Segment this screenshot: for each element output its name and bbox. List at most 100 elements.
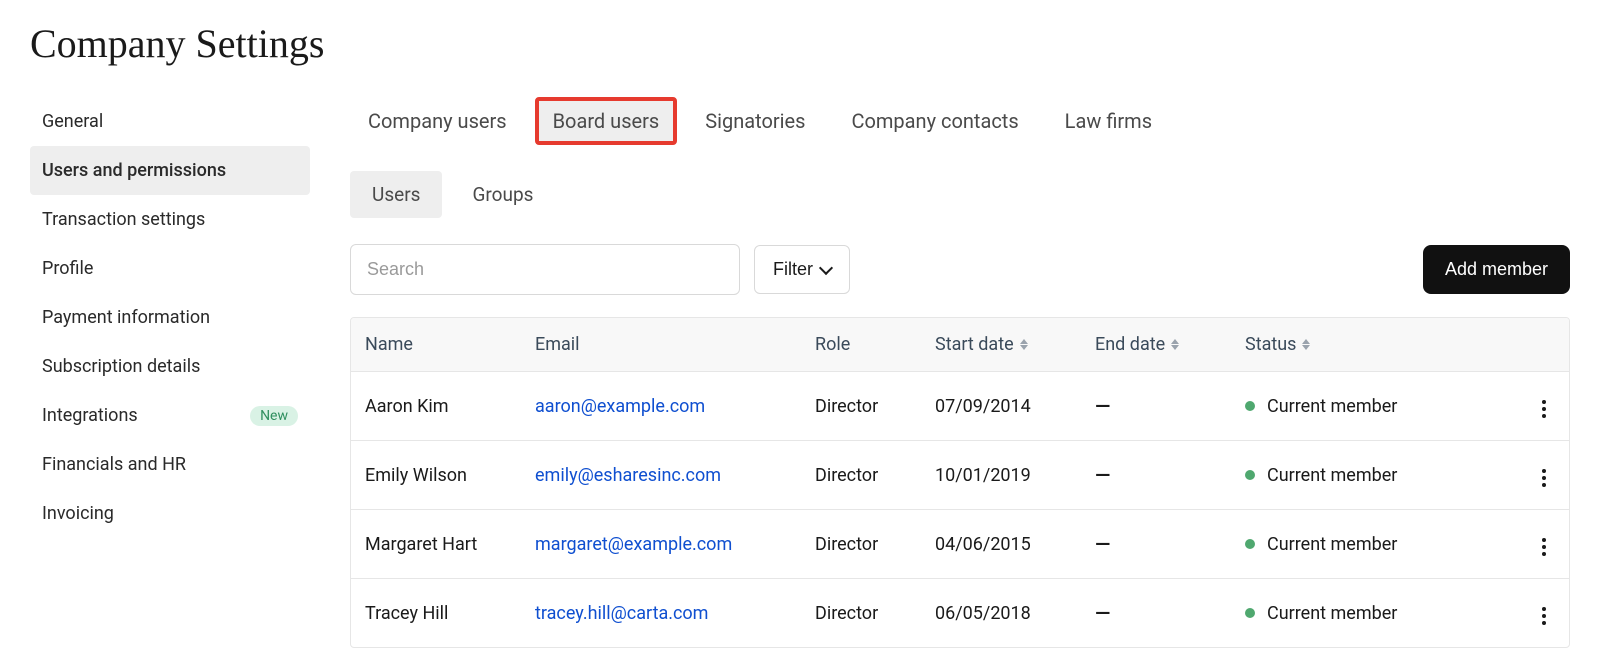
kebab-menu-icon[interactable]: [1536, 601, 1552, 631]
cell-end-date: —: [1081, 378, 1231, 434]
sidebar-item-label: Profile: [42, 258, 93, 279]
column-header-role[interactable]: Role: [801, 318, 921, 371]
sidebar-item-financials-hr[interactable]: Financials and HR: [30, 440, 310, 489]
sidebar-item-label: Integrations: [42, 405, 138, 426]
cell-actions: [1519, 441, 1569, 509]
table-row: Tracey Hill tracey.hill@carta.com Direct…: [351, 579, 1569, 647]
cell-role: Director: [801, 518, 921, 571]
status-text: Current member: [1267, 396, 1397, 417]
tab-signatories[interactable]: Signatories: [687, 97, 823, 145]
sidebar-item-users-permissions[interactable]: Users and permissions: [30, 146, 310, 195]
cell-name: Margaret Hart: [351, 518, 521, 571]
cell-end-date: —: [1081, 516, 1231, 572]
filter-button[interactable]: Filter: [754, 245, 850, 294]
email-link[interactable]: margaret@example.com: [535, 534, 732, 555]
cell-status: Current member: [1231, 449, 1519, 502]
table-row: Margaret Hart margaret@example.com Direc…: [351, 510, 1569, 579]
sidebar-item-label: Payment information: [42, 307, 210, 328]
sidebar-item-integrations[interactable]: Integrations New: [30, 391, 310, 440]
sidebar-item-transaction-settings[interactable]: Transaction settings: [30, 195, 310, 244]
cell-name: Aaron Kim: [351, 380, 521, 433]
status-text: Current member: [1267, 534, 1397, 555]
kebab-menu-icon[interactable]: [1536, 394, 1552, 424]
cell-start-date: 07/09/2014: [921, 380, 1081, 433]
sort-icon: [1020, 339, 1028, 350]
column-label: Status: [1245, 334, 1296, 355]
sidebar-item-payment-information[interactable]: Payment information: [30, 293, 310, 342]
members-table: Name Email Role Start date End date Stat…: [350, 317, 1570, 648]
cell-status: Current member: [1231, 518, 1519, 571]
sort-icon: [1171, 339, 1179, 350]
column-header-actions: [1519, 318, 1569, 371]
column-header-status[interactable]: Status: [1231, 318, 1519, 371]
cell-actions: [1519, 372, 1569, 440]
column-header-start-date[interactable]: Start date: [921, 318, 1081, 371]
status-dot-icon: [1245, 608, 1255, 618]
toolbar: Filter Add member: [350, 244, 1570, 295]
cell-end-date: —: [1081, 585, 1231, 641]
chevron-down-icon: [819, 260, 833, 274]
table-body: Aaron Kim aaron@example.com Director 07/…: [351, 372, 1569, 647]
cell-start-date: 06/05/2018: [921, 587, 1081, 640]
cell-role: Director: [801, 449, 921, 502]
kebab-menu-icon[interactable]: [1536, 463, 1552, 493]
add-member-button[interactable]: Add member: [1423, 245, 1570, 294]
sidebar-item-profile[interactable]: Profile: [30, 244, 310, 293]
cell-name: Tracey Hill: [351, 587, 521, 640]
cell-role: Director: [801, 587, 921, 640]
cell-actions: [1519, 510, 1569, 578]
sidebar: General Users and permissions Transactio…: [30, 97, 310, 648]
main-content: Company users Board users Signatories Co…: [350, 97, 1570, 648]
status-dot-icon: [1245, 470, 1255, 480]
column-header-end-date[interactable]: End date: [1081, 318, 1231, 371]
sidebar-item-label: Users and permissions: [42, 160, 226, 181]
column-label: Start date: [935, 334, 1014, 355]
status-dot-icon: [1245, 401, 1255, 411]
cell-email: tracey.hill@carta.com: [521, 587, 801, 640]
kebab-menu-icon[interactable]: [1536, 532, 1552, 562]
status-text: Current member: [1267, 465, 1397, 486]
cell-status: Current member: [1231, 380, 1519, 433]
sidebar-item-label: Subscription details: [42, 356, 200, 377]
sort-icon: [1302, 339, 1310, 350]
column-header-name[interactable]: Name: [351, 318, 521, 371]
top-tabs: Company users Board users Signatories Co…: [350, 97, 1570, 145]
page-title: Company Settings: [30, 20, 1570, 67]
cell-start-date: 04/06/2015: [921, 518, 1081, 571]
cell-start-date: 10/01/2019: [921, 449, 1081, 502]
cell-name: Emily Wilson: [351, 449, 521, 502]
tab-company-contacts[interactable]: Company contacts: [833, 97, 1036, 145]
cell-actions: [1519, 579, 1569, 647]
cell-end-date: —: [1081, 447, 1231, 503]
status-text: Current member: [1267, 603, 1397, 624]
search-input[interactable]: [350, 244, 740, 295]
tab-board-users[interactable]: Board users: [535, 97, 678, 145]
tab-company-users[interactable]: Company users: [350, 97, 525, 145]
email-link[interactable]: tracey.hill@carta.com: [535, 603, 708, 624]
cell-email: aaron@example.com: [521, 380, 801, 433]
cell-status: Current member: [1231, 587, 1519, 640]
sidebar-item-invoicing[interactable]: Invoicing: [30, 489, 310, 538]
sidebar-item-label: Transaction settings: [42, 209, 205, 230]
column-header-email[interactable]: Email: [521, 318, 801, 371]
sidebar-item-label: Financials and HR: [42, 454, 186, 475]
column-label: End date: [1095, 334, 1165, 355]
table-row: Emily Wilson emily@esharesinc.com Direct…: [351, 441, 1569, 510]
sidebar-item-subscription-details[interactable]: Subscription details: [30, 342, 310, 391]
sidebar-item-label: Invoicing: [42, 503, 114, 524]
subtab-users[interactable]: Users: [350, 171, 442, 218]
sub-tabs: Users Groups: [350, 171, 1570, 218]
sidebar-item-general[interactable]: General: [30, 97, 310, 146]
tab-law-firms[interactable]: Law firms: [1047, 97, 1170, 145]
cell-email: margaret@example.com: [521, 518, 801, 571]
email-link[interactable]: emily@esharesinc.com: [535, 465, 721, 486]
cell-role: Director: [801, 380, 921, 433]
sidebar-item-label: General: [42, 111, 103, 132]
email-link[interactable]: aaron@example.com: [535, 396, 705, 417]
cell-email: emily@esharesinc.com: [521, 449, 801, 502]
new-badge: New: [250, 406, 298, 426]
subtab-groups[interactable]: Groups: [450, 171, 555, 218]
table-header: Name Email Role Start date End date Stat…: [351, 318, 1569, 372]
filter-label: Filter: [773, 259, 813, 280]
status-dot-icon: [1245, 539, 1255, 549]
